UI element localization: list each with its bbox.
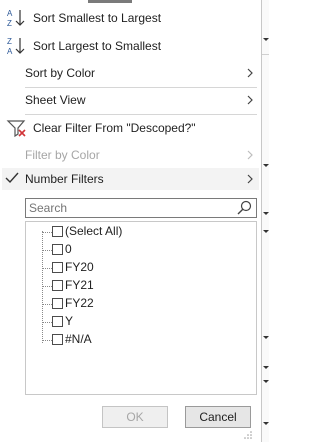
- checkbox[interactable]: [52, 298, 63, 309]
- clear-filter-item[interactable]: Clear Filter From "Descoped?": [0, 116, 261, 140]
- tree-branch: [42, 304, 52, 305]
- search-box[interactable]: [25, 198, 257, 218]
- svg-text:Z: Z: [7, 37, 12, 46]
- grid-line: [262, 54, 269, 55]
- chevron-right-icon: [247, 150, 253, 160]
- list-item-label: 0: [65, 242, 72, 256]
- list-item-label: #N/A: [65, 332, 92, 346]
- dropdown-arrow-icon: [263, 366, 269, 369]
- clear-filter-label: Clear Filter From "Descoped?": [33, 121, 196, 135]
- search-icon[interactable]: [236, 200, 254, 216]
- number-filters-item[interactable]: Number Filters: [0, 167, 261, 191]
- list-item[interactable]: FY22: [26, 295, 256, 313]
- search-input[interactable]: [29, 201, 229, 215]
- header-strip: [88, 0, 132, 3]
- sort-ascending-item[interactable]: A Z Sort Smallest to Largest: [0, 6, 261, 30]
- menu-separator: [25, 114, 257, 115]
- dropdown-arrow-icon: [263, 230, 269, 233]
- filter-by-color-label: Filter by Color: [25, 148, 100, 162]
- chevron-right-icon: [247, 174, 253, 184]
- sort-descending-icon: Z A: [7, 37, 25, 56]
- list-item[interactable]: #N/A: [26, 331, 256, 349]
- list-item[interactable]: 0: [26, 241, 256, 259]
- list-item-label: FY21: [65, 278, 94, 292]
- checkbox[interactable]: [52, 244, 63, 255]
- dropdown-arrow-icon: [263, 38, 269, 41]
- sort-descending-item[interactable]: Z A Sort Largest to Smallest: [0, 34, 261, 58]
- list-item[interactable]: FY20: [26, 259, 256, 277]
- checkbox[interactable]: [52, 262, 63, 273]
- sort-ascending-icon: A Z: [7, 9, 25, 28]
- svg-text:A: A: [7, 47, 13, 56]
- tree-branch: [42, 322, 52, 323]
- list-item-label: Y: [65, 314, 74, 328]
- tree-branch: [42, 286, 52, 287]
- number-filters-label: Number Filters: [25, 172, 104, 186]
- list-item-label: FY20: [65, 260, 94, 274]
- sort-descending-label: Sort Largest to Smallest: [33, 39, 162, 53]
- sort-by-color-label: Sort by Color: [25, 66, 96, 80]
- clear-filter-icon: [6, 120, 26, 138]
- dropdown-arrow-icon: [263, 212, 269, 215]
- list-item[interactable]: Y: [26, 313, 256, 331]
- chevron-right-icon: [247, 95, 253, 105]
- tree-branch: [42, 232, 52, 233]
- filter-dropdown-menu: A Z Sort Smallest to Largest Z A Sort La…: [0, 0, 262, 442]
- dropdown-arrow-icon: [263, 164, 269, 167]
- list-item-select-all[interactable]: (Select All): [26, 223, 256, 241]
- filter-values-list[interactable]: (Select All) 0 FY20 FY21 FY22 Y #N/A: [25, 221, 257, 395]
- tree-branch: [42, 268, 52, 269]
- checkmark-icon: [5, 172, 19, 184]
- sheet-edge: [262, 0, 269, 442]
- list-item[interactable]: FY21: [26, 277, 256, 295]
- resize-grip-icon[interactable]: [244, 431, 252, 439]
- ok-button[interactable]: OK: [102, 406, 168, 428]
- filter-by-color-item: Filter by Color: [0, 143, 261, 167]
- checkbox[interactable]: [52, 316, 63, 327]
- checkbox[interactable]: [52, 280, 63, 291]
- dropdown-arrow-icon: [263, 336, 269, 339]
- cancel-button[interactable]: Cancel: [185, 406, 251, 428]
- svg-text:Z: Z: [7, 19, 12, 28]
- list-item-label: FY22: [65, 296, 94, 310]
- sheet-view-item[interactable]: Sheet View: [0, 88, 261, 112]
- sheet-view-label: Sheet View: [25, 93, 86, 107]
- checkbox[interactable]: [52, 226, 63, 237]
- svg-text:A: A: [7, 9, 13, 18]
- sort-by-color-item[interactable]: Sort by Color: [0, 61, 261, 85]
- tree-branch: [42, 340, 52, 341]
- chevron-right-icon: [247, 68, 253, 78]
- dropdown-arrow-icon: [263, 422, 269, 425]
- sort-ascending-label: Sort Smallest to Largest: [33, 11, 162, 25]
- checkbox[interactable]: [52, 334, 63, 345]
- dropdown-arrow-icon: [263, 380, 269, 383]
- tree-branch: [42, 250, 52, 251]
- list-item-label: (Select All): [65, 224, 123, 238]
